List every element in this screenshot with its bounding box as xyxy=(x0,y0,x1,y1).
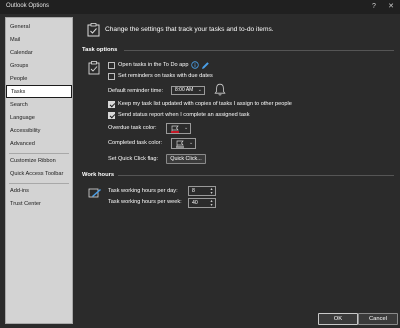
overdue-color-label: Overdue task color: xyxy=(108,125,157,131)
flag-icon xyxy=(170,125,180,135)
title-bar: Outlook Options ? ✕ xyxy=(0,0,400,14)
default-reminder-time-value: 8:00 AM xyxy=(175,87,194,93)
sidebar-item-quick-access-toolbar[interactable]: Quick Access Toolbar xyxy=(6,168,72,181)
default-reminder-time-select[interactable]: 8:00 AM ⌄ xyxy=(171,86,205,95)
hours-per-week-value: 40 xyxy=(192,200,198,206)
section-divider xyxy=(118,175,394,176)
help-button[interactable]: ? xyxy=(368,1,380,13)
flag-icon xyxy=(175,140,185,150)
spin-arrows-icon[interactable]: ▲ ▼ xyxy=(209,187,214,195)
send-status-label: Send status report when I complete an as… xyxy=(118,112,250,118)
tasks-options-panel: Change the settings that track your task… xyxy=(78,17,396,307)
sidebar-item-general[interactable]: General xyxy=(6,21,72,34)
work-hours-heading: Work hours xyxy=(82,172,115,178)
info-icon[interactable] xyxy=(191,61,199,71)
spin-arrows-icon[interactable]: ▲ ▼ xyxy=(209,199,214,207)
chevron-down-icon: ⌄ xyxy=(184,125,189,131)
ok-button[interactable]: OK xyxy=(318,313,358,325)
set-reminders-label: Set reminders on tasks with due dates xyxy=(118,73,213,79)
tasks-header-icon xyxy=(87,23,101,39)
quick-click-button[interactable]: Quick Click... xyxy=(166,154,206,164)
sidebar-item-search[interactable]: Search xyxy=(6,99,72,112)
sidebar-item-trust-center[interactable]: Trust Center xyxy=(6,198,72,211)
sidebar-item-language[interactable]: Language xyxy=(6,112,72,125)
hours-per-week-label: Task working hours per week: xyxy=(108,199,182,205)
hours-per-day-value: 8 xyxy=(192,188,195,194)
sidebar-item-calendar[interactable]: Calendar xyxy=(6,47,72,60)
sidebar-item-accessibility[interactable]: Accessibility xyxy=(6,125,72,138)
bell-icon xyxy=(214,83,226,98)
open-in-todo-label: Open tasks in the To Do app xyxy=(118,62,189,68)
cancel-button[interactable]: Cancel xyxy=(358,313,398,325)
work-hours-icon xyxy=(88,187,102,201)
section-divider xyxy=(124,50,394,51)
keep-updated-checkbox[interactable] xyxy=(108,101,115,108)
keep-updated-label: Keep my task list updated with copies of… xyxy=(118,101,292,107)
chevron-down-icon: ⌄ xyxy=(189,140,194,146)
chevron-down-icon: ⌄ xyxy=(197,87,202,93)
default-reminder-time-label: Default reminder time: xyxy=(108,88,164,94)
sidebar-divider xyxy=(9,153,69,154)
close-button[interactable]: ✕ xyxy=(385,1,397,13)
sidebar-divider xyxy=(9,183,69,184)
completed-color-button[interactable]: ⌄ xyxy=(171,138,196,149)
open-in-todo-checkbox[interactable] xyxy=(108,62,115,69)
options-sidebar: General Mail Calendar Groups People Task… xyxy=(5,17,73,324)
sidebar-item-advanced[interactable]: Advanced xyxy=(6,138,72,151)
pencil-icon[interactable] xyxy=(201,61,210,72)
task-clipboard-icon xyxy=(88,61,101,77)
overdue-color-button[interactable]: ⌄ xyxy=(166,123,191,134)
hours-per-day-label: Task working hours per day: xyxy=(108,188,178,194)
completed-color-label: Completed task color: xyxy=(108,140,163,146)
send-status-checkbox[interactable] xyxy=(108,112,115,119)
sidebar-item-customize-ribbon[interactable]: Customize Ribbon xyxy=(6,155,72,168)
sidebar-item-groups[interactable]: Groups xyxy=(6,60,72,73)
sidebar-item-tasks[interactable]: Tasks xyxy=(6,85,72,98)
task-options-heading: Task options xyxy=(82,47,118,53)
sidebar-item-mail[interactable]: Mail xyxy=(6,34,72,47)
hours-per-day-spinner[interactable]: 8 ▲ ▼ xyxy=(188,186,216,196)
window-title: Outlook Options xyxy=(6,3,50,9)
set-reminders-checkbox[interactable] xyxy=(108,73,115,80)
sidebar-item-add-ins[interactable]: Add-ins xyxy=(6,185,72,198)
quick-click-label: Set Quick Click flag: xyxy=(108,156,159,162)
header-description: Change the settings that track your task… xyxy=(105,26,274,33)
hours-per-week-spinner[interactable]: 40 ▲ ▼ xyxy=(188,198,216,208)
